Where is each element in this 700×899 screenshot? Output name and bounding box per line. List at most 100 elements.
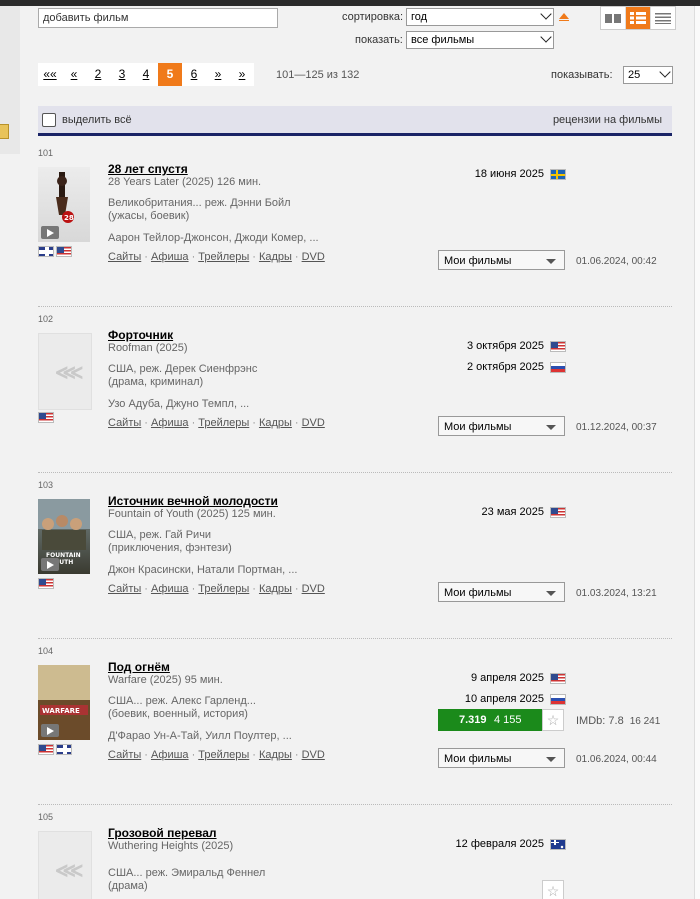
film-entry: 101 28 28 лет спустя 28 Years Later (202… — [38, 140, 672, 306]
link-trailers[interactable]: Трейлеры — [198, 417, 249, 429]
my-films-label: Мои фильмы — [444, 255, 512, 267]
film-info: США, реж. Дерек Сиенфрэнс (драма, кримин… — [108, 363, 257, 389]
dropdown-arrow-icon — [546, 425, 556, 430]
link-sites[interactable]: Сайты — [108, 251, 141, 263]
link-stills[interactable]: Кадры — [259, 251, 292, 263]
placeholder-logo-icon: ⋘ — [55, 860, 84, 882]
view-tiles-button[interactable] — [601, 7, 626, 29]
link-trailers[interactable]: Трейлеры — [198, 251, 249, 263]
film-genres: (боевик, военный, история) — [108, 708, 248, 720]
show-select[interactable]: все фильмы — [406, 31, 554, 49]
film-info: США... реж. Алекс Гарленд... (боевик, во… — [108, 695, 256, 721]
dropdown-arrow-icon — [546, 591, 556, 596]
my-films-dropdown[interactable]: Мои фильмы — [438, 748, 565, 768]
uk-flag-icon — [56, 744, 72, 755]
my-films-dropdown[interactable]: Мои фильмы — [438, 416, 565, 436]
my-films-label: Мои фильмы — [444, 587, 512, 599]
added-date: 01.03.2024, 13:21 — [576, 588, 657, 599]
link-sites[interactable]: Сайты — [108, 749, 141, 761]
film-title-link[interactable]: 28 лет спустя — [108, 162, 188, 176]
sort-label: сортировка: — [342, 11, 404, 23]
film-poster[interactable]: 28 — [38, 167, 90, 242]
link-sites[interactable]: Сайты — [108, 417, 141, 429]
link-dvd[interactable]: DVD — [302, 417, 325, 429]
sort-select[interactable]: год — [406, 8, 554, 26]
my-films-dropdown[interactable]: Мои фильмы — [438, 250, 565, 270]
page-last[interactable]: » — [230, 63, 254, 86]
film-country-director: США... реж. Эмиральд Феннел — [108, 867, 266, 879]
film-original-title: 28 Years Later (2025) 126 мин. — [108, 176, 262, 188]
divider — [38, 804, 672, 805]
link-sites[interactable]: Сайты — [108, 583, 141, 595]
page-prev[interactable]: « — [62, 63, 86, 86]
play-trailer-icon[interactable] — [41, 724, 59, 737]
film-country-director: США... реж. Алекс Гарленд... — [108, 695, 256, 707]
play-trailer-icon[interactable] — [41, 226, 59, 239]
film-links: Сайты · Афиша · Трейлеры · Кадры · DVD — [108, 251, 325, 263]
page-first[interactable]: «« — [38, 63, 62, 86]
page-4[interactable]: 4 — [134, 63, 158, 86]
added-date: 01.06.2024, 00:42 — [576, 256, 657, 267]
dropdown-arrow-icon — [546, 259, 556, 264]
russia-flag-icon — [550, 693, 566, 705]
link-trailers[interactable]: Трейлеры — [198, 583, 249, 595]
rate-star-icon[interactable]: ☆ — [542, 880, 564, 899]
page-next[interactable]: » — [206, 63, 230, 86]
country-flags — [38, 578, 54, 589]
film-poster[interactable]: FOUNTAIN YOUTH — [38, 499, 90, 574]
release-date-text: 3 октября 2025 — [467, 340, 544, 352]
link-afisha[interactable]: Афиша — [151, 749, 189, 761]
film-number: 102 — [38, 314, 54, 324]
film-number: 101 — [38, 148, 54, 158]
view-detailed-button[interactable] — [626, 7, 651, 29]
link-trailers[interactable]: Трейлеры — [198, 749, 249, 761]
play-trailer-icon[interactable] — [41, 558, 59, 571]
page-3[interactable]: 3 — [110, 63, 134, 86]
film-title-link[interactable]: Грозовой перевал — [108, 826, 217, 840]
detailed-list-icon — [630, 12, 646, 24]
film-reviews-link[interactable]: рецензии на фильмы — [553, 114, 662, 126]
link-dvd[interactable]: DVD — [302, 251, 325, 263]
divider — [38, 638, 672, 639]
film-links: Сайты · Афиша · Трейлеры · Кадры · DVD — [108, 749, 325, 761]
film-poster-placeholder: ⋘ — [38, 333, 92, 410]
film-title-link[interactable]: Под огнём — [108, 660, 170, 674]
added-date: 01.06.2024, 00:44 — [576, 754, 657, 765]
link-afisha[interactable]: Афиша — [151, 583, 189, 595]
film-cast: Аарон Тейлор-Джонсон, Джоди Комер, ... — [108, 232, 319, 244]
film-original-title: Fountain of Youth (2025) 125 мин. — [108, 508, 276, 520]
film-info: Великобритания... реж. Дэнни Бойл (ужасы… — [108, 197, 291, 223]
film-original-title: Roofman (2025) — [108, 342, 188, 354]
link-stills[interactable]: Кадры — [259, 583, 292, 595]
russia-flag-icon — [550, 361, 566, 373]
film-title-link[interactable]: Форточник — [108, 328, 173, 342]
select-all-label[interactable]: выделить всё — [62, 114, 132, 126]
film-entry: 105 ⋘ Грозовой перевал Wuthering Heights… — [38, 804, 672, 899]
add-film-input[interactable]: добавить фильм — [38, 8, 278, 28]
film-entry: 102 ⋘ Форточник Roofman (2025) США, реж.… — [38, 306, 672, 472]
page-2[interactable]: 2 — [86, 63, 110, 86]
film-number: 105 — [38, 812, 54, 822]
film-info: США, реж. Гай Ричи (приключения, фэнтези… — [108, 529, 232, 555]
link-dvd[interactable]: DVD — [302, 749, 325, 761]
tiles-icon — [605, 14, 621, 23]
link-stills[interactable]: Кадры — [259, 749, 292, 761]
link-afisha[interactable]: Афиша — [151, 417, 189, 429]
folder-icon[interactable] — [0, 124, 9, 139]
view-compact-button[interactable] — [651, 7, 675, 29]
sweden-flag-icon — [550, 168, 566, 180]
kp-rating-bar: 7.319 4 155 — [438, 709, 542, 731]
page-6[interactable]: 6 — [182, 63, 206, 86]
us-flag-icon — [550, 506, 566, 518]
my-films-dropdown[interactable]: Мои фильмы — [438, 582, 565, 602]
link-afisha[interactable]: Афиша — [151, 251, 189, 263]
film-poster[interactable]: WARFARE — [38, 665, 90, 740]
per-page-select[interactable]: 25 — [623, 66, 673, 84]
rate-star-icon[interactable]: ☆ — [542, 709, 564, 731]
film-title-link[interactable]: Источник вечной молодости — [108, 494, 278, 508]
select-all-checkbox[interactable] — [42, 113, 56, 127]
sort-direction-icon[interactable] — [559, 13, 569, 21]
link-stills[interactable]: Кадры — [259, 417, 292, 429]
link-dvd[interactable]: DVD — [302, 583, 325, 595]
svg-text:WARFARE: WARFARE — [42, 707, 80, 715]
